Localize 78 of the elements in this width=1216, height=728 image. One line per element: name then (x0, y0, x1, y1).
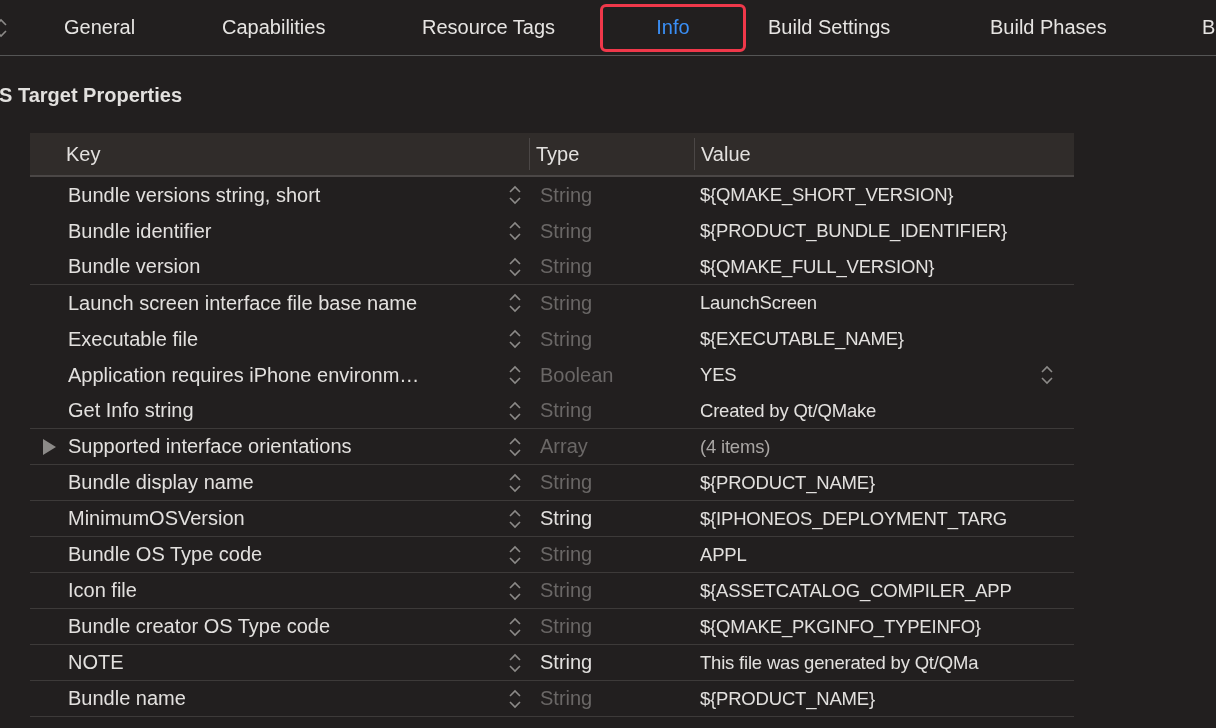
value-cell: ${ASSETCATALOG_COMPILER_APP (700, 579, 1012, 602)
value-cell: ${IPHONEOS_DEPLOYMENT_TARG (700, 507, 1007, 530)
table-row[interactable]: Launch screen interface file base name String LaunchScreen (30, 285, 1074, 321)
table-row[interactable]: Bundle versions string, short String ${QMAKE_SHORT_VERSION} (30, 177, 1074, 213)
table-row[interactable]: Bundle name String ${PRODUCT_NAME} (30, 681, 1074, 717)
key-cell-text: Bundle version (68, 255, 202, 278)
value-cell: This file was generated by Qt/QMa (700, 651, 979, 674)
key-stepper-icon[interactable] (508, 327, 522, 351)
section-title: S Target Properties (0, 83, 184, 106)
value-cell: ${PRODUCT_NAME} (700, 471, 875, 494)
key-cell-text: Bundle name (68, 687, 187, 710)
key-cell-text: MinimumOSVersion (68, 507, 246, 530)
key-cell-text: Bundle creator OS Type code (68, 615, 331, 638)
key-cell-text: NOTE (68, 651, 125, 674)
value-cell: APPL (700, 543, 747, 566)
value-cell: ${QMAKE_FULL_VERSION} (700, 255, 935, 278)
key-cell-text: Bundle display name (68, 471, 255, 494)
type-cell-text: String (540, 255, 594, 278)
type-cell-text: String (540, 183, 594, 207)
type-cell-text: String (540, 507, 594, 530)
key-stepper-icon[interactable] (508, 363, 522, 387)
key-cell-text: Get Info string (68, 399, 195, 422)
value-cell: ${PRODUCT_BUNDLE_IDENTIFIER} (700, 220, 1007, 242)
value-cell: ${QMAKE_PKGINFO_TYPEINFO} (700, 615, 981, 638)
type-cell-text: String (540, 471, 594, 494)
table-row[interactable]: NOTE String This file was generated by Qt/QMa (30, 645, 1074, 681)
key-stepper-icon[interactable] (508, 183, 522, 207)
column-header[interactable]: Value (695, 142, 751, 166)
key-cell-text: Bundle identifier (68, 219, 213, 243)
type-cell-text: String (540, 651, 594, 674)
tab[interactable]: Resource Tags (422, 7, 556, 48)
column-header[interactable]: Type (530, 142, 694, 166)
table-row[interactable]: Bundle OS Type code String APPL (30, 537, 1074, 573)
type-cell-text: String (540, 291, 594, 315)
type-cell-text: Boolean (540, 363, 615, 387)
type-cell-text: String (540, 543, 594, 566)
type-cell-text: String (540, 687, 594, 710)
value-cell: ${EXECUTABLE_NAME} (700, 328, 904, 350)
type-cell-text: String (540, 399, 594, 422)
key-cell-text: Supported interface orientations (68, 435, 353, 458)
value-cell: ${QMAKE_SHORT_VERSION} (700, 184, 954, 206)
table-row[interactable]: Bundle display name String ${PRODUCT_NAME} (30, 465, 1074, 501)
tab[interactable]: Info (600, 3, 746, 52)
value-stepper-icon[interactable] (1040, 363, 1054, 387)
type-cell-text: Array (540, 435, 589, 458)
value-cell: LaunchScreen (700, 292, 817, 314)
table-row[interactable]: Bundle identifier String ${PRODUCT_BUNDLE_IDENTIFIER} (30, 213, 1074, 249)
tab[interactable]: B (1202, 7, 1216, 48)
tab[interactable]: General (64, 7, 136, 48)
table-row[interactable]: Bundle version String ${QMAKE_FULL_VERSION} (30, 249, 1074, 285)
value-cell: YES (700, 364, 737, 386)
table-row[interactable]: Executable file String ${EXECUTABLE_NAME} (30, 321, 1074, 357)
value-cell: (4 items) (700, 435, 771, 458)
disclosure-triangle-icon[interactable] (42, 438, 56, 455)
key-stepper-icon[interactable] (508, 219, 522, 243)
key-cell-text: Icon file (68, 579, 138, 602)
table-row[interactable]: Application requires iPhone environm… Boolean YES (30, 357, 1074, 393)
value-cell: ${PRODUCT_NAME} (700, 687, 875, 710)
type-cell-text: String (540, 579, 594, 602)
column-header[interactable]: Key (30, 142, 529, 166)
key-cell-text: Bundle OS Type code (68, 543, 264, 566)
type-cell-text: String (540, 327, 594, 351)
key-cell-text: Executable file (68, 327, 200, 351)
type-cell-text: String (540, 615, 594, 638)
key-cell-text: Bundle versions string, short (68, 183, 322, 207)
tab[interactable]: Build Settings (768, 7, 891, 48)
table-row[interactable]: Get Info string String Created by Qt/QMake (30, 393, 1074, 429)
type-cell-text: String (540, 219, 594, 243)
table-row[interactable]: Bundle creator OS Type code String ${QMAKE_PKGINFO_TYPEINFO} (30, 609, 1074, 645)
key-cell-text: Launch screen interface file base name (68, 291, 419, 315)
tab[interactable]: Build Phases (990, 7, 1107, 48)
key-stepper-icon[interactable] (508, 291, 522, 315)
key-cell-text: Application requires iPhone environm… (68, 363, 421, 387)
table-row[interactable]: Supported interface orientations Array (4 items) (30, 429, 1074, 465)
value-cell: Created by Qt/QMake (700, 399, 877, 422)
tab[interactable]: Capabilities (222, 7, 326, 48)
table-row[interactable]: MinimumOSVersion String ${IPHONEOS_DEPLOYMENT_TARG (30, 501, 1074, 537)
table-row[interactable]: Icon file String ${ASSETCATALOG_COMPILER_APP (30, 573, 1074, 609)
